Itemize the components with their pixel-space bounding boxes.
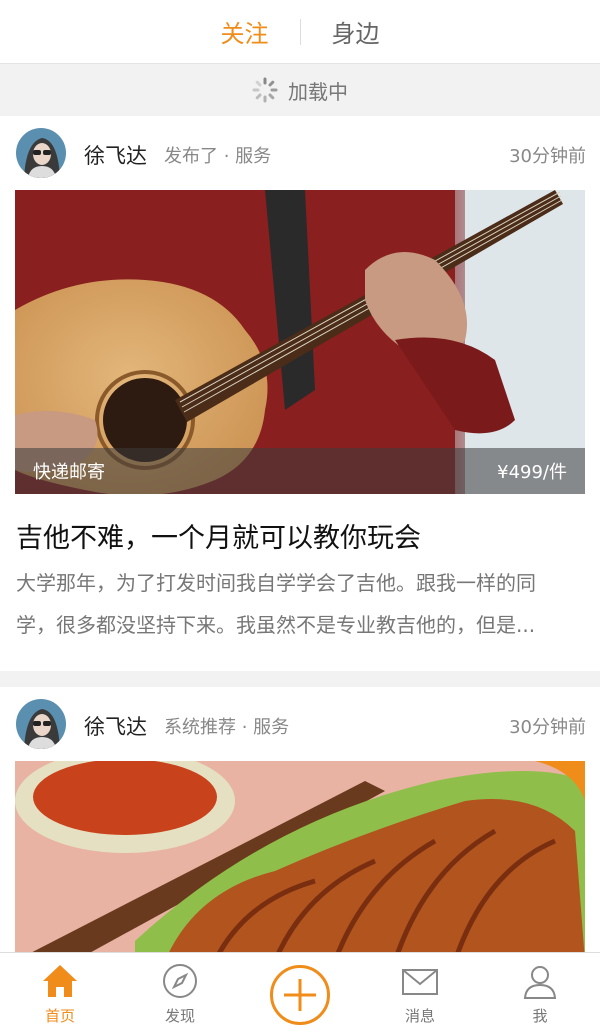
author-name[interactable]: 徐飞达 xyxy=(84,711,147,741)
post-header: 徐飞达 系统推荐 · 服务 30分钟前 xyxy=(0,687,600,761)
post-meta: 系统推荐 · 服务 xyxy=(164,717,290,738)
user-icon xyxy=(523,966,557,999)
nav-home-label: 首页 xyxy=(44,1007,75,1025)
mail-icon xyxy=(402,969,438,995)
tab-nearby[interactable]: 身边 xyxy=(301,14,411,49)
nav-home[interactable]: 首页 xyxy=(0,953,120,1032)
compass-icon xyxy=(163,964,197,998)
post-card[interactable]: 徐飞达 发布了 · 服务 30分钟前 快递邮寄 ¥499/件 吉他不难，一个月就… xyxy=(0,116,600,671)
nav-messages[interactable]: 消息 xyxy=(360,953,480,1032)
avatar[interactable] xyxy=(16,128,66,178)
nav-discover[interactable]: 发现 xyxy=(120,953,240,1032)
price-label: ¥499/件 xyxy=(497,462,567,483)
post-title[interactable]: 吉他不难，一个月就可以教你玩会 xyxy=(16,516,586,555)
nav-add[interactable] xyxy=(240,953,360,1032)
post-time: 30分钟前 xyxy=(509,146,586,167)
loading-text: 加载中 xyxy=(288,79,348,104)
post-excerpt[interactable]: 大学那年，为了打发时间我自学学会了吉他。跟我一样的同 学，很多都没坚持下来。我虽… xyxy=(16,562,586,646)
top-tab-bar: 关注 身边 xyxy=(0,0,600,64)
avatar[interactable] xyxy=(16,699,66,749)
loading-indicator: 加载中 xyxy=(0,64,600,116)
nav-me[interactable]: 我 xyxy=(480,953,600,1032)
tab-following[interactable]: 关注 xyxy=(190,14,300,49)
post-time: 30分钟前 xyxy=(509,717,586,738)
author-name[interactable]: 徐飞达 xyxy=(84,140,147,170)
bottom-nav: 首页 发现 消息 我 xyxy=(0,952,600,1032)
post-meta: 发布了 · 服务 xyxy=(164,146,272,167)
food-photo xyxy=(15,761,585,961)
excerpt-line-1: 大学那年，为了打发时间我自学学会了吉他。跟我一样的同 xyxy=(16,571,536,595)
image-caption-bar: 快递邮寄 ¥499/件 xyxy=(15,448,585,494)
post-header: 徐飞达 发布了 · 服务 30分钟前 xyxy=(0,116,600,190)
nav-messages-label: 消息 xyxy=(404,1007,435,1025)
add-icon xyxy=(270,964,330,1025)
nav-me-label: 我 xyxy=(532,1007,548,1025)
spinner-icon xyxy=(252,77,278,103)
excerpt-line-2: 学，很多都没坚持下来。我虽然不是专业教吉他的，但是... xyxy=(16,613,536,637)
post-image[interactable] xyxy=(15,761,585,961)
shipping-label: 快递邮寄 xyxy=(33,462,105,483)
post-image[interactable]: 快递邮寄 ¥499/件 xyxy=(15,190,585,494)
home-icon xyxy=(43,965,77,997)
nav-discover-label: 发现 xyxy=(164,1007,195,1025)
